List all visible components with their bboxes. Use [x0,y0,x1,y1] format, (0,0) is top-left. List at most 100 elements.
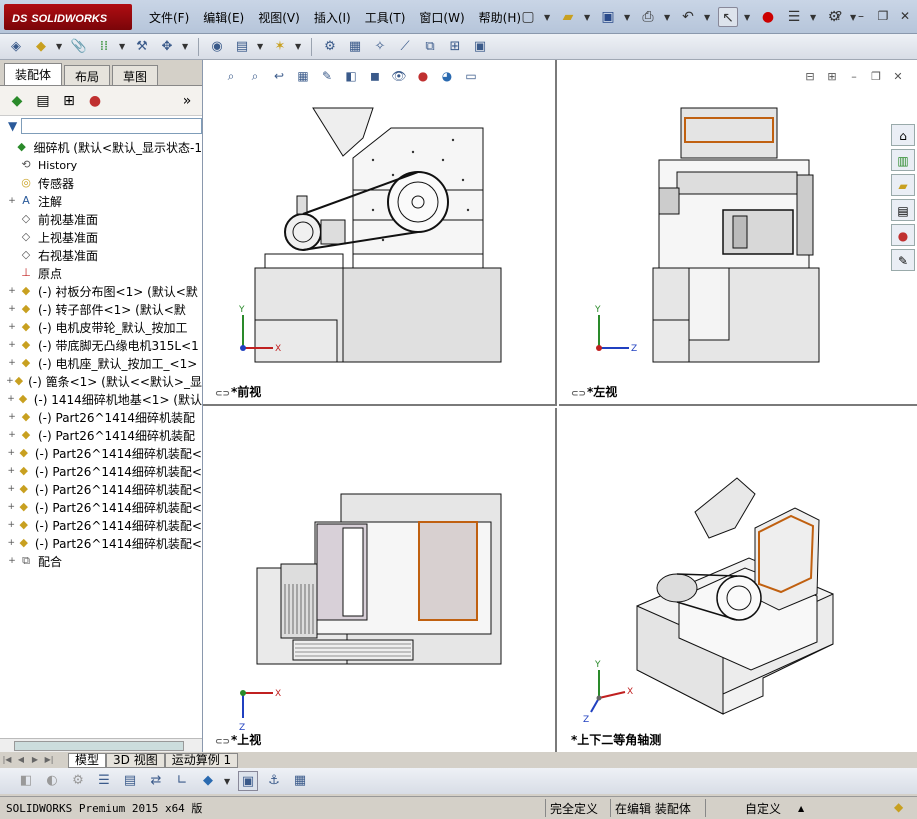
tree-item[interactable]: ◇ 上视基准面 [0,228,202,246]
dim-xpert-icon[interactable]: ⚙ [68,771,88,791]
chevron-down-icon[interactable]: ▼ [56,42,64,51]
clearance-verification-icon[interactable]: ⊞ [445,37,465,57]
custom-properties-icon[interactable]: ✎ [891,249,915,271]
expand-toggle-icon[interactable]: + [6,538,17,548]
anchor-icon[interactable]: ⚓ [264,771,284,791]
annotations-icon[interactable]: ◧ [16,771,36,791]
tree-item[interactable]: + ◆ (-) 电机座_默认_按加工_<1> [0,354,202,372]
first-tab-arrow-icon[interactable]: |◀ [0,753,14,767]
menu-item[interactable]: 编辑(E) [196,6,251,28]
tree-item[interactable]: + ◆ (-) 带底脚无凸缘电机315L<1 [0,336,202,354]
expand-toggle-icon[interactable]: + [6,304,18,314]
close-icon[interactable]: ✕ [897,8,913,24]
tree-item[interactable]: + ◆ (-) 篦条<1> (默认<<默认>_显 [0,372,202,390]
exploded-view-icon[interactable]: ✧ [370,37,390,57]
bill-of-materials-icon[interactable]: ▦ [345,37,365,57]
viewport-close-icon[interactable]: ✕ [891,70,905,84]
reference-geometry-icon[interactable]: ✶ [270,37,290,57]
linear-pattern-icon[interactable]: ⁞⁞ [94,37,114,57]
mate-paperclip-icon[interactable]: 📎 [69,37,89,57]
chevron-down-icon[interactable]: ▼ [584,13,592,22]
viewport-left[interactable]: ⊟ ⊞ – ❐ ✕ Y Z ⊂⊃*左视 ⌂ ▥ ▰ ▤ ● ✎ [559,60,917,406]
chevron-down-icon[interactable]: ▼ [664,13,672,22]
new-document-icon[interactable]: ▢ [518,7,538,27]
expand-toggle-icon[interactable]: + [6,322,18,332]
expand-toggle-icon[interactable]: + [6,376,14,386]
expand-toggle-icon[interactable]: + [6,394,16,404]
view-orientation-icon[interactable]: ◧ [343,68,359,84]
chevron-down-icon[interactable]: ▼ [224,777,232,786]
interference-detection-icon[interactable]: ⧉ [420,37,440,57]
chevron-down-icon[interactable]: ▼ [704,13,712,22]
explode-line-sketch-icon[interactable]: ⟋ [395,37,415,57]
expand-toggle-icon[interactable]: + [6,502,17,512]
menu-item[interactable]: 窗口(W) [412,6,471,28]
expand-toggle-icon[interactable]: + [6,286,18,296]
split-vertical-icon[interactable]: ⊞ [825,70,839,84]
chevron-down-icon[interactable]: ▼ [624,13,632,22]
viewport-isometric[interactable]: Y X Z *上下二等角轴测 [559,408,917,752]
viewport-front[interactable]: ⌕ ⌕ ↩ ▦ ✎ ◧ ◼ 👁 ● ◕ ▭ Y X ⊂⊃*前视 [203,60,557,406]
next-tab-arrow-icon[interactable]: ▶ [28,753,42,767]
expand-toggle-icon[interactable]: + [6,412,18,422]
scrollbar-thumb[interactable] [14,741,184,751]
filter-icon[interactable]: ▼ [8,119,17,133]
link-views-icon[interactable]: ⊂⊃ [215,737,231,747]
zoom-to-fit-icon[interactable]: ⌕ [223,68,239,84]
configuration-manager-icon[interactable]: ⊞ [58,90,80,112]
open-folder-icon[interactable]: ▰ [558,7,578,27]
menu-item[interactable]: 工具(T) [358,6,413,28]
table-icon[interactable]: ▤ [120,771,140,791]
tab-3d-view[interactable]: 3D 视图 [106,752,165,768]
tree-item[interactable]: ◇ 前视基准面 [0,210,202,228]
chevron-down-icon[interactable]: ▼ [744,13,752,22]
tree-item[interactable]: + ◆ (-) Part26^1414细碎机装配< [0,462,202,480]
tab-motion-study[interactable]: 运动算例 1 [164,752,239,768]
assembly-features-icon[interactable]: ▤ [232,37,252,57]
hide-show-items-icon[interactable]: 👁 [391,68,407,84]
split-horizontal-icon[interactable]: ⊟ [803,70,817,84]
minimize-icon[interactable]: – [853,8,869,24]
select-cursor-icon[interactable]: ↖ [718,7,738,27]
menu-item[interactable]: 视图(V) [251,6,307,28]
expand-toggle-icon[interactable]: + [6,484,17,494]
chevron-down-icon[interactable]: ▼ [295,42,303,51]
link-views-icon[interactable]: ⊂⊃ [215,389,231,399]
expand-toggle-icon[interactable]: + [6,196,18,206]
tree-item[interactable]: + ◆ (-) Part26^1414细碎机装配< [0,444,202,462]
feature-manager-icon[interactable]: ◆ [6,90,28,112]
property-manager-icon[interactable]: ▤ [32,90,54,112]
menu-item[interactable]: 文件(F) [142,6,196,28]
rebuild-traffic-light-icon[interactable]: ● [758,7,778,27]
tree-item[interactable]: + ◆ (-) 1414细碎机地基<1> (默认 [0,390,202,408]
undo-icon[interactable]: ↶ [678,7,698,27]
expand-toggle-icon[interactable]: + [6,520,17,530]
expand-toggle-icon[interactable]: + [6,556,18,566]
insert-components-icon[interactable]: ◆ [31,37,51,57]
expand-toggle-icon[interactable]: + [6,466,17,476]
chart-axes-icon[interactable]: ∟ [172,771,192,791]
tab-model[interactable]: 模型 [68,752,107,768]
view-cube-icon[interactable]: ◆ [198,771,218,791]
graphics-area[interactable]: ⌕ ⌕ ↩ ▦ ✎ ◧ ◼ 👁 ● ◕ ▭ Y X ⊂⊃*前视 ⊟ ⊞ – ❐ … [203,60,917,752]
display-style-icon[interactable]: ◼ [367,68,383,84]
print-icon[interactable]: ⎙ [638,7,658,27]
viewport-top[interactable]: X Z ⊂⊃*上视 [203,408,557,752]
last-tab-arrow-icon[interactable]: ▶| [42,753,56,767]
section-view-icon[interactable]: ▦ [295,68,311,84]
new-motion-study-icon[interactable]: ⚙ [320,37,340,57]
chevron-down-icon[interactable]: ▼ [182,42,190,51]
tree-item[interactable]: ◆ 细碎机 (默认<默认_显示状态-1 [0,138,202,156]
prev-tab-arrow-icon[interactable]: ◀ [14,753,28,767]
tree-item[interactable]: + ◆ (-) Part26^1414细碎机装配 [0,408,202,426]
chevron-down-icon[interactable]: ▼ [257,42,265,51]
tree-item[interactable]: ⟲ History [0,156,202,174]
tree-item[interactable]: + ◆ (-) Part26^1414细碎机装配< [0,480,202,498]
grid-table-icon[interactable]: ▦ [290,771,310,791]
display-manager-icon[interactable]: ● [84,90,106,112]
save-icon[interactable]: ▣ [598,7,618,27]
dynamic-annotation-icon[interactable]: ✎ [319,68,335,84]
tree-item[interactable]: + ◆ (-) Part26^1414细碎机装配< [0,498,202,516]
tree-item[interactable]: + ◆ (-) Part26^1414细碎机装配< [0,516,202,534]
tree-item[interactable]: + ⧉ 配合 [0,552,202,570]
